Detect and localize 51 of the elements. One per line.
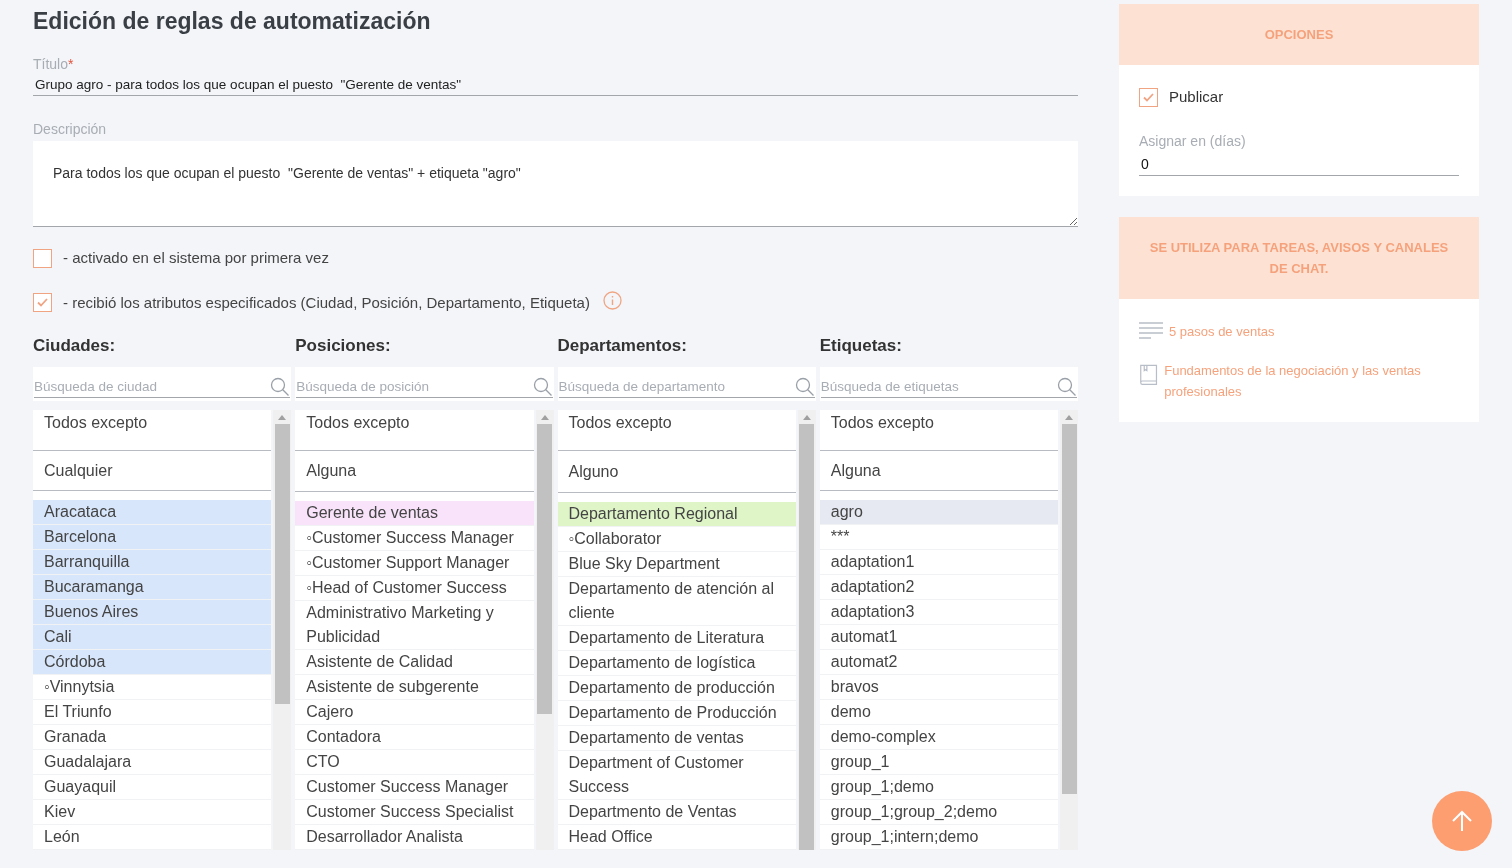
page-title: Edición de reglas de automatización xyxy=(33,7,432,36)
search-field[interactable]: Búsqueda de ciudad xyxy=(34,376,271,397)
search-box[interactable]: Búsqueda de ciudad xyxy=(33,367,292,401)
publish-label: Publicar xyxy=(1169,87,1224,107)
checkmark-icon xyxy=(1143,92,1154,102)
list-item[interactable]: Departamento Regional xyxy=(557,502,796,527)
description-textarea[interactable]: Para todos los que ocupan el puesto "Gerente de ventas" + etiqueta "agro" xyxy=(33,141,1078,227)
search-icon[interactable] xyxy=(1057,376,1077,397)
list-item[interactable]: Gerente de ventas xyxy=(295,501,534,526)
condition-label: - activado en el sistema por primera vez xyxy=(63,248,329,268)
card-header: OPCIONES xyxy=(1119,4,1479,65)
field-label: Descripción xyxy=(33,121,107,137)
scrollbar[interactable] xyxy=(797,410,816,850)
list-item[interactable]: Bucaramanga xyxy=(33,575,272,600)
search-box[interactable]: Búsqueda de etiquetas xyxy=(819,367,1078,401)
list-item[interactable]: agro xyxy=(819,500,1058,525)
search-field[interactable]: Búsqueda de etiquetas xyxy=(820,376,1057,397)
list-item[interactable]: Barcelona xyxy=(33,525,272,550)
list-item[interactable]: Barranquilla xyxy=(33,550,272,575)
checkmark-icon xyxy=(37,298,48,308)
checkbox[interactable] xyxy=(33,248,52,268)
list-item[interactable]: Córdoba xyxy=(33,650,272,675)
field-label: Asignar en (días) xyxy=(1139,131,1246,151)
title-input[interactable]: Grupo agro - para todos los que ocupan el puesto "Gerente de ventas" xyxy=(33,74,1078,96)
list-item[interactable]: Buenos Aires xyxy=(33,600,272,625)
search-field[interactable]: Búsqueda de departamento xyxy=(558,376,795,397)
card-header: SE UTILIZA PARA TAREAS, AVISOS Y CANALES DE CHAT. xyxy=(1119,216,1479,299)
text-lines-icon xyxy=(1139,320,1163,341)
column-heading: Ciudades: xyxy=(33,335,117,357)
search-box[interactable]: Búsqueda de departamento xyxy=(557,367,816,401)
scroll-to-top-button[interactable] xyxy=(1432,791,1492,851)
checkbox[interactable] xyxy=(33,293,52,313)
search-icon[interactable] xyxy=(532,376,553,397)
days-input[interactable]: 0 xyxy=(1139,153,1459,176)
list-item[interactable]: Cali xyxy=(33,625,272,650)
scrollbar[interactable] xyxy=(1060,410,1078,850)
search-icon[interactable] xyxy=(794,376,815,397)
info-icon[interactable] xyxy=(602,291,622,311)
column-heading: Posiciones: xyxy=(295,335,392,357)
scrollbar[interactable] xyxy=(535,410,554,850)
column-heading: Etiquetas: xyxy=(819,335,903,357)
search-field[interactable]: Búsqueda de posición xyxy=(296,376,533,397)
column-heading: Departamentos: xyxy=(557,335,688,357)
list-item[interactable]: Aracataca xyxy=(33,500,272,525)
field-label: Título* xyxy=(33,56,74,72)
search-box[interactable]: Búsqueda de posición xyxy=(295,367,554,401)
checkbox[interactable] xyxy=(1139,87,1158,107)
condition-label: - recibió los atributos especificados (Ciudad, Posición, Departamento, Etiqueta) xyxy=(63,292,590,313)
scrollbar[interactable] xyxy=(273,410,292,850)
arrow-up-icon xyxy=(1451,810,1473,832)
search-icon[interactable] xyxy=(270,376,291,397)
